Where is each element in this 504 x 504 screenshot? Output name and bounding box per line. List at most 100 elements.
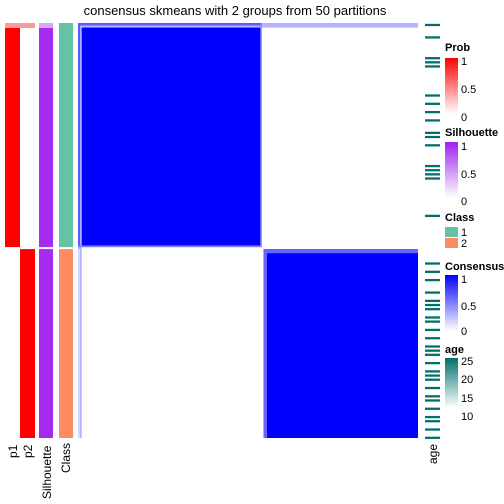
legend-prob-tick: 1: [461, 56, 467, 68]
age-cell: [425, 214, 440, 218]
age-cell: [425, 378, 440, 381]
consensus-edge-row: [78, 245, 262, 248]
age-cell: [425, 61, 440, 64]
legend-silhouette-colorbar: [445, 142, 458, 198]
legend-prob-tick: 0.5: [461, 84, 476, 96]
annotation-edge-row: [39, 23, 53, 28]
label-p1: p1: [6, 444, 20, 458]
age-cell: [425, 374, 440, 377]
legend-consensus-title: Consensus: [445, 261, 504, 273]
legend-consensus-tick: 0.5: [461, 301, 476, 313]
legend-age-tick: 25: [461, 356, 473, 368]
age-cell: [425, 399, 440, 402]
age-cell: [425, 65, 440, 68]
legend-class-swatch-2: [445, 238, 458, 248]
age-cell: [425, 349, 440, 352]
legend-silhouette: Silhouette 1 0.5 0: [445, 127, 498, 208]
legend-class-swatch-1: [445, 227, 458, 237]
annotation-edge-row: [20, 23, 35, 28]
consensus-matrix: [78, 23, 418, 438]
age-cell: [425, 320, 440, 323]
bottom-labels: p1 p2 Silhouette Class age: [6, 443, 440, 499]
label-age: age: [426, 444, 440, 464]
annotation-class-group1: [59, 23, 73, 248]
age-cell: [425, 337, 440, 340]
legend-age-tick: 15: [461, 393, 473, 405]
age-annotation-column: [425, 23, 440, 439]
legend-age-tick: 20: [461, 374, 473, 386]
legend-silhouette-tick: 1: [461, 141, 467, 153]
legend-consensus: Consensus 1 0.5 0: [445, 261, 504, 338]
consensus-edge-col: [263, 249, 267, 438]
legend-prob-tick: 0: [461, 112, 467, 124]
age-cell: [425, 328, 440, 332]
age-cell: [425, 177, 440, 180]
legend-prob-colorbar: [445, 58, 458, 114]
consensus-heatmap-chart: consensus skmeans with 2 groups from 50 …: [5, 3, 504, 499]
age-cell: [425, 303, 440, 307]
age-cell: [425, 110, 440, 114]
age-cell: [425, 407, 440, 410]
annotation-silhouette-group1: [39, 23, 53, 248]
consensus-block: [263, 23, 418, 248]
age-cell: [425, 262, 440, 265]
age-cell: [425, 36, 440, 39]
legend-class: Class 1 2: [445, 212, 474, 250]
annotation-edge-row: [5, 23, 20, 28]
age-cell: [425, 428, 440, 431]
legend-consensus-tick: 0: [461, 326, 467, 338]
age-cell: [425, 119, 440, 122]
legend-class-label-2: 2: [461, 238, 467, 250]
annotation-class-group2: [59, 249, 73, 438]
age-cell: [425, 144, 440, 147]
age-cell: [425, 131, 440, 135]
age-cell: [425, 299, 440, 303]
legend-consensus-tick: 1: [461, 274, 467, 286]
consensus-block: [263, 249, 418, 438]
age-cell: [425, 164, 440, 168]
consensus-block: [78, 249, 262, 438]
age-cell: [425, 361, 440, 365]
legend-age-tick: 10: [461, 411, 473, 423]
legend-silhouette-tick: 0: [461, 196, 467, 208]
age-cell: [425, 23, 440, 27]
age-cell: [425, 420, 440, 423]
age-cell: [425, 415, 440, 419]
age-cell: [425, 436, 440, 439]
age-cell: [425, 135, 440, 139]
legend-class-title: Class: [445, 212, 474, 224]
annotation-p2-group2: [20, 249, 35, 438]
consensus-edge-col: [78, 249, 81, 438]
age-cell: [425, 270, 440, 273]
age-cell: [425, 316, 440, 319]
legend-silhouette-tick: 0.5: [461, 169, 476, 181]
age-cell: [425, 308, 440, 311]
legend-age-colorbar: [445, 358, 458, 408]
consensus-block: [78, 23, 262, 248]
legend-age: age 25 20 15 10: [445, 344, 473, 423]
consensus-edge-row: [78, 23, 262, 26]
annotation-p2-group1: [20, 23, 35, 248]
age-cell: [425, 278, 440, 282]
legend-age-title: age: [445, 344, 464, 356]
age-cell: [425, 345, 440, 348]
age-cell: [425, 94, 440, 97]
age-cell: [425, 386, 440, 390]
age-cell: [425, 57, 440, 60]
consensus-edge-col: [78, 23, 81, 248]
annotation-silhouette-group2: [39, 249, 53, 438]
annotation-p1-group2: [5, 249, 20, 438]
annotation-p1-group1: [5, 23, 20, 248]
age-cell: [425, 370, 440, 373]
legend-silhouette-title: Silhouette: [445, 127, 498, 139]
legend-prob-title: Prob: [445, 42, 470, 54]
age-cell: [425, 102, 440, 105]
age-cell: [425, 395, 440, 398]
consensus-edge-col: [260, 23, 262, 248]
legend-prob: Prob 1 0.5 0: [445, 42, 476, 124]
label-p2: p2: [21, 444, 35, 458]
legend-consensus-colorbar: [445, 275, 458, 331]
age-cell: [425, 169, 440, 172]
age-cell: [425, 291, 440, 294]
age-cell: [425, 353, 440, 356]
